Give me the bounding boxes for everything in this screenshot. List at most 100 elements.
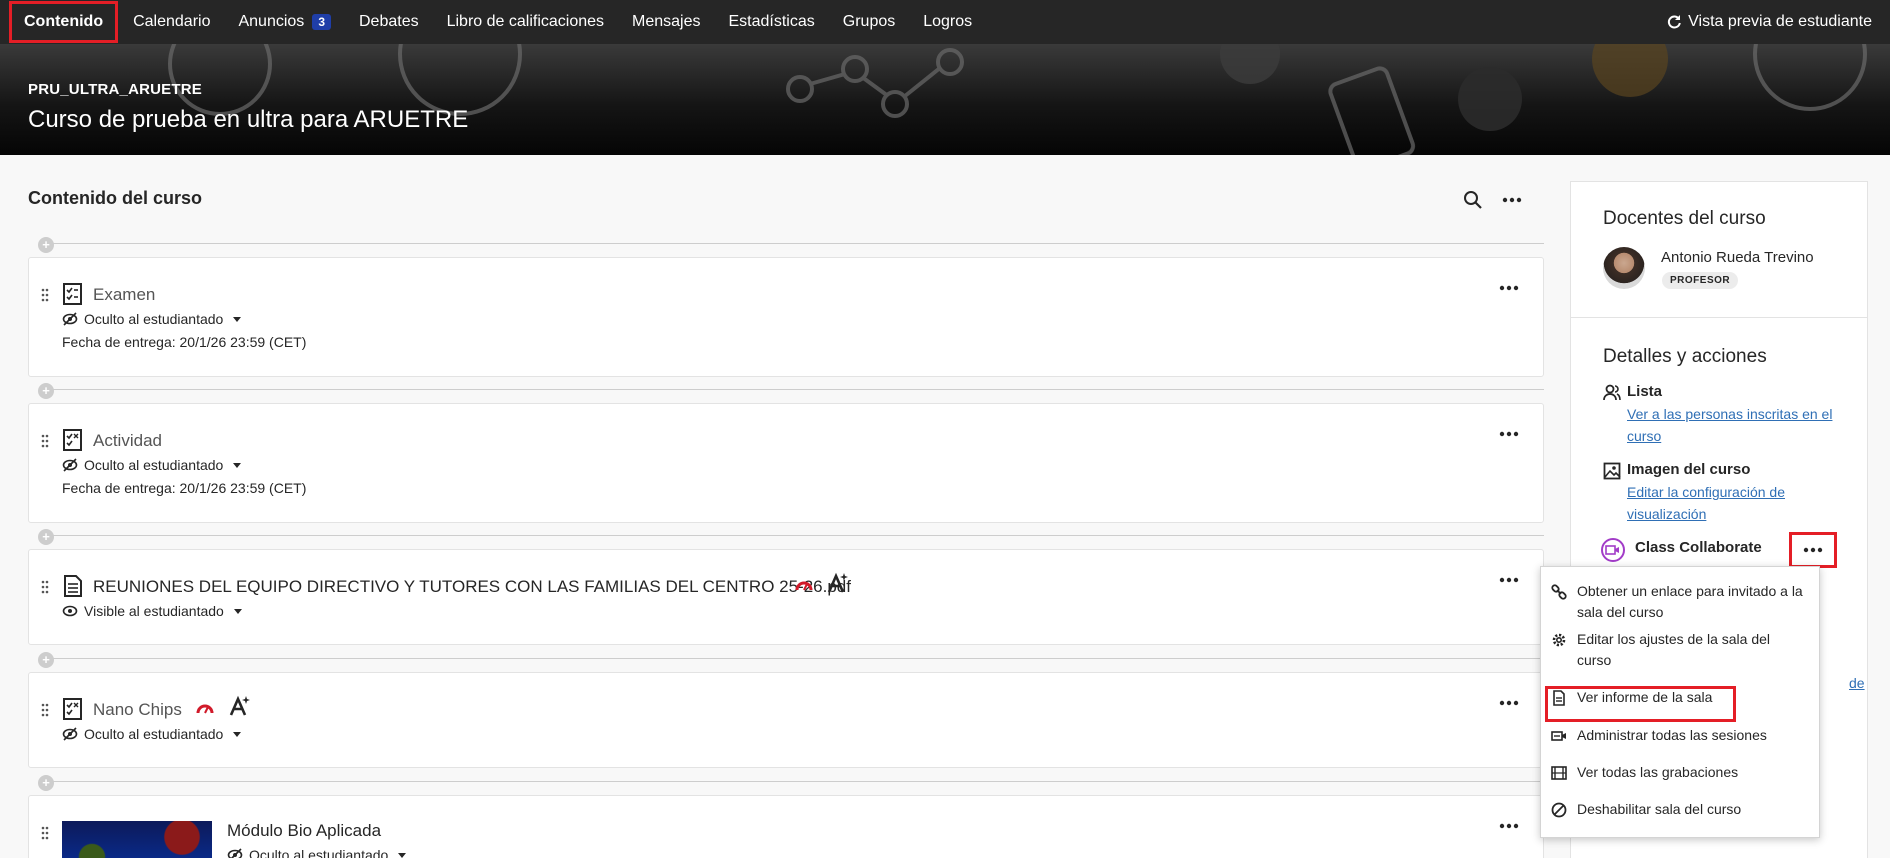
course-top-nav: Contenido Calendario Anuncios 3 Debates L… [0, 0, 1890, 44]
visibility-dropdown[interactable]: Oculto al estudiantado [62, 726, 242, 742]
more-options-icon[interactable] [1497, 574, 1521, 586]
visibility-dropdown[interactable]: Oculto al estudiantado [62, 457, 242, 473]
more-options-icon[interactable] [1497, 282, 1521, 294]
menu-item-label: Administrar todas las sesiones [1577, 727, 1767, 743]
add-content-divider[interactable]: + [28, 652, 1544, 668]
plus-icon[interactable]: + [38, 383, 54, 399]
eye-icon [62, 605, 78, 617]
content-item-actividad[interactable]: Actividad Oculto al estudiantado Fecha d… [28, 403, 1544, 523]
add-content-divider[interactable]: + [28, 383, 1544, 399]
chevron-down-icon [233, 462, 242, 468]
item-title[interactable]: Nano Chips [93, 700, 182, 720]
collaborate-label: Class Collaborate [1635, 539, 1762, 556]
video-icon [1551, 731, 1566, 741]
module-thumbnail[interactable] [62, 821, 212, 858]
teachers-heading: Docentes del curso [1603, 208, 1766, 229]
content-item-nano-chips[interactable]: Nano Chips Oculto al estudiantado [28, 672, 1544, 768]
preview-label: Vista previa de estudiante [1688, 13, 1872, 30]
tab-estadisticas[interactable]: Estadísticas [715, 0, 829, 44]
item-title[interactable]: REUNIONES DEL EQUIPO DIRECTIVO Y TUTORES… [93, 577, 851, 597]
accessibility-score-icon[interactable] [795, 578, 813, 592]
tab-libro-calificaciones[interactable]: Libro de calificaciones [433, 0, 618, 44]
item-title[interactable]: Examen [93, 285, 155, 305]
drag-handle-icon[interactable] [41, 434, 49, 448]
menu-item-guest-link[interactable]: Obtener un enlace para invitado a la sal… [1541, 581, 1819, 623]
plus-icon[interactable]: + [38, 775, 54, 791]
drag-handle-icon[interactable] [41, 580, 49, 594]
visibility-label: Oculto al estudiantado [84, 311, 224, 327]
more-options-icon[interactable] [1497, 820, 1521, 832]
alternative-formats-icon[interactable] [827, 572, 849, 594]
course-title: Curso de prueba en ultra para ARUETRE [28, 106, 469, 133]
disable-icon [1551, 802, 1567, 818]
image-icon [1603, 462, 1621, 480]
tab-label: Estadísticas [728, 13, 815, 30]
accessibility-score-icon[interactable] [196, 701, 214, 715]
eye-hidden-icon [62, 312, 78, 326]
due-date: Fecha de entrega: 20/1/26 23:59 (CET) [62, 480, 307, 496]
tab-grupos[interactable]: Grupos [829, 0, 909, 44]
tab-contenido[interactable]: Contenido [8, 0, 119, 44]
alternative-formats-icon[interactable] [229, 695, 251, 717]
partial-link[interactable]: de [1849, 675, 1865, 691]
visibility-label: Oculto al estudiantado [249, 847, 389, 858]
tab-logros[interactable]: Logros [909, 0, 986, 44]
roster-link[interactable]: Ver a las personas inscritas en el curso [1627, 403, 1837, 447]
plus-icon[interactable]: + [38, 652, 54, 668]
link-icon [1551, 584, 1567, 600]
role-badge: PROFESOR [1662, 272, 1739, 289]
roster-icon [1603, 384, 1621, 401]
more-options-icon[interactable] [1500, 189, 1524, 211]
more-options-icon [1803, 547, 1823, 553]
plus-icon[interactable]: + [38, 237, 54, 253]
course-code: PRU_ULTRA_ARUETRE [28, 81, 202, 98]
more-options-icon[interactable] [1497, 428, 1521, 440]
teacher-name[interactable]: Antonio Rueda Trevino [1661, 249, 1814, 266]
drag-handle-icon[interactable] [41, 826, 49, 840]
gear-icon [1552, 633, 1566, 647]
tab-calendario[interactable]: Calendario [119, 0, 224, 44]
tab-label: Debates [359, 13, 419, 30]
menu-item-label: Editar los ajustes de la sala del curso [1577, 631, 1770, 668]
visibility-dropdown[interactable]: Oculto al estudiantado [227, 847, 407, 858]
course-content-heading: Contenido del curso [28, 188, 203, 208]
announcements-count-badge: 3 [312, 14, 331, 30]
student-preview-button[interactable]: Vista previa de estudiante [1666, 0, 1872, 44]
menu-item-label: Deshabilitar sala del curso [1577, 801, 1742, 817]
add-content-divider[interactable]: + [28, 237, 1544, 253]
due-date: Fecha de entrega: 20/1/26 23:59 (CET) [62, 334, 307, 350]
eye-hidden-icon [62, 727, 78, 741]
content-item-examen[interactable]: Examen Oculto al estudiantado Fecha de e… [28, 257, 1544, 377]
visibility-dropdown[interactable]: Visible al estudiantado [62, 603, 242, 619]
visibility-label: Oculto al estudiantado [84, 457, 224, 473]
chevron-down-icon [233, 316, 242, 322]
menu-item-disable-room[interactable]: Deshabilitar sala del curso [1541, 799, 1819, 820]
menu-item-recordings[interactable]: Ver todas las grabaciones [1541, 762, 1819, 783]
eye-hidden-icon [62, 458, 78, 472]
drag-handle-icon[interactable] [41, 703, 49, 717]
refresh-icon [1668, 15, 1681, 29]
tab-debates[interactable]: Debates [345, 0, 433, 44]
search-icon[interactable] [1462, 189, 1484, 211]
item-title[interactable]: Actividad [93, 431, 162, 451]
tab-anuncios[interactable]: Anuncios 3 [224, 0, 345, 44]
drag-handle-icon[interactable] [41, 288, 49, 302]
add-content-divider[interactable]: + [28, 529, 1544, 545]
document-icon [64, 575, 82, 597]
item-title[interactable]: Módulo Bio Aplicada [227, 821, 381, 841]
plus-icon[interactable]: + [38, 529, 54, 545]
visibility-dropdown[interactable]: Oculto al estudiantado [62, 311, 242, 327]
chevron-down-icon [233, 608, 242, 614]
tab-mensajes[interactable]: Mensajes [618, 0, 714, 44]
content-item-modulo[interactable]: Módulo Bio Aplicada Oculto al estudianta… [28, 795, 1544, 858]
avatar[interactable] [1603, 247, 1645, 289]
more-options-icon[interactable] [1497, 697, 1521, 709]
menu-item-edit-room[interactable]: Editar los ajustes de la sala del curso [1541, 629, 1819, 671]
image-settings-link[interactable]: Editar la configuración de visualización [1627, 481, 1837, 525]
image-label: Imagen del curso [1627, 461, 1751, 478]
add-content-divider[interactable]: + [28, 775, 1544, 791]
collaborate-more-button[interactable] [1789, 532, 1837, 568]
menu-item-manage-sessions[interactable]: Administrar todas las sesiones [1541, 725, 1819, 746]
content-item-pdf[interactable]: REUNIONES DEL EQUIPO DIRECTIVO Y TUTORES… [28, 549, 1544, 645]
highlight-box [1545, 686, 1736, 722]
